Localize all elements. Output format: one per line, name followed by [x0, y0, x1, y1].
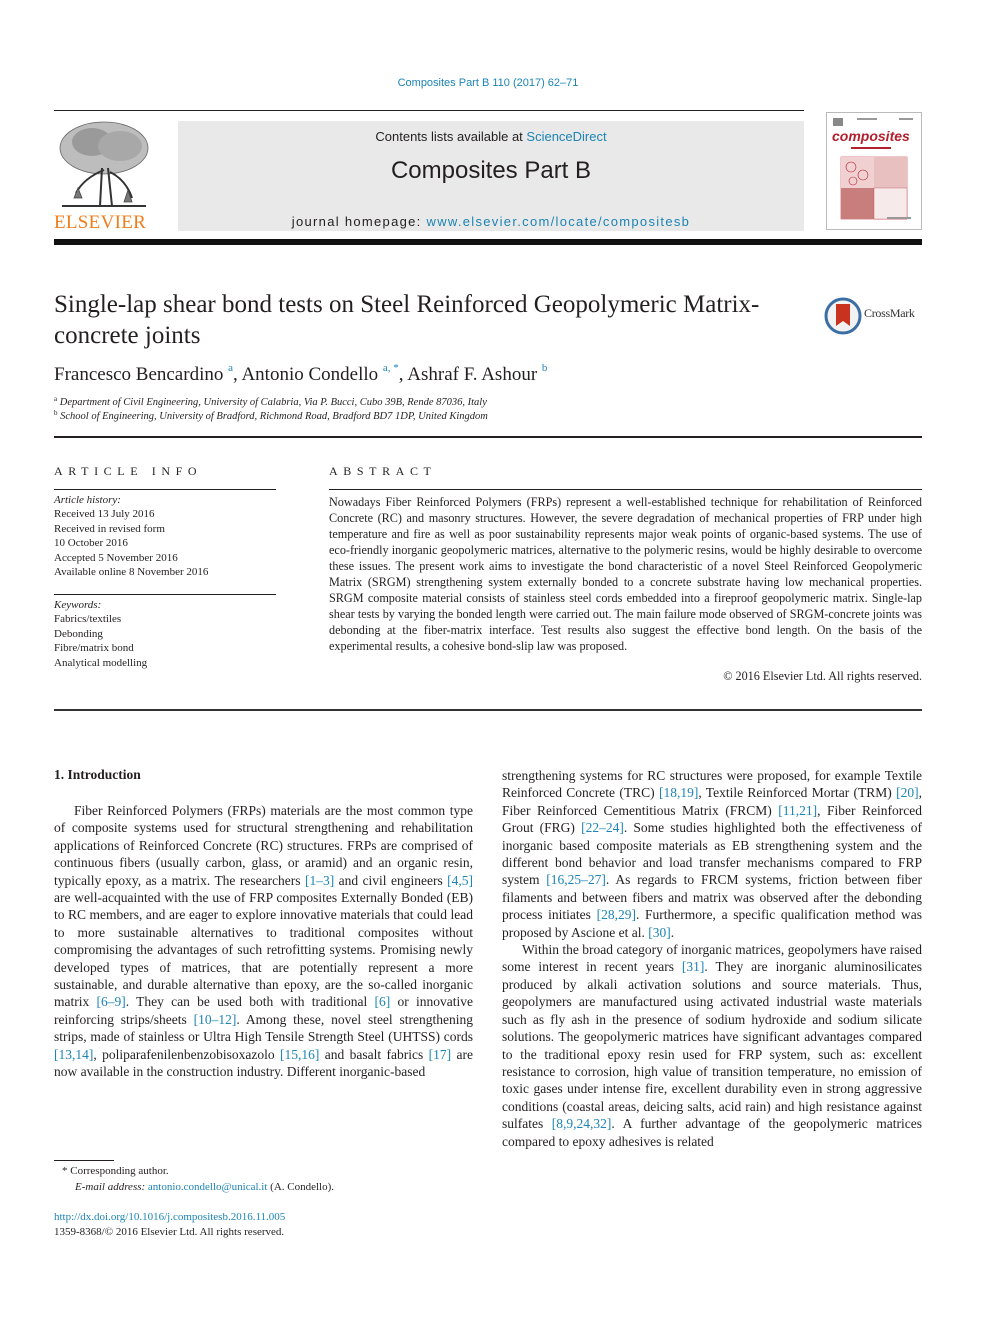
history-entry: 10 October 2016: [54, 537, 128, 550]
email-note: E-mail address: antonio.condello@unical.…: [75, 1181, 334, 1193]
citation-link[interactable]: [10–12]: [194, 1012, 237, 1027]
citation-link[interactable]: [17]: [429, 1047, 452, 1062]
keyword: Fibre/matrix bond: [54, 642, 134, 655]
citation-link[interactable]: [4,5]: [447, 873, 473, 888]
paragraph: Within the broad category of inorganic m…: [502, 942, 922, 1149]
citation-link[interactable]: [20]: [896, 785, 919, 800]
author-name[interactable]: Ashraf F. Ashour: [407, 364, 537, 385]
author-separator: ,: [398, 364, 408, 385]
article-history: Article history: Received 13 July 2016 R…: [54, 493, 208, 579]
crossmark-label: CrossMark: [864, 306, 915, 320]
citation-link[interactable]: [22–24]: [581, 820, 624, 835]
paragraph: Fiber Reinforced Polymers (FRPs) materia…: [54, 803, 474, 1080]
journal-cover-thumbnail[interactable]: composites: [826, 112, 922, 230]
citation-link[interactable]: [6]: [374, 994, 390, 1009]
elsevier-wordmark: ELSEVIER: [54, 212, 147, 233]
divider: [54, 489, 276, 490]
citation-link[interactable]: [18,19]: [659, 785, 698, 800]
affiliation-b: b School of Engineering, University of B…: [54, 409, 488, 422]
keywords-label: Keywords:: [54, 599, 102, 611]
crossmark-button[interactable]: CrossMark: [824, 296, 924, 336]
citation-link[interactable]: [16,25–27]: [546, 872, 606, 887]
keyword: Analytical modelling: [54, 656, 148, 669]
body-column-left: Fiber Reinforced Polymers (FRPs) materia…: [54, 802, 473, 1081]
affiliation-a: a Department of Civil Engineering, Unive…: [54, 395, 487, 408]
journal-reference-link[interactable]: Composites Part B 110 (2017) 62–71: [0, 77, 976, 89]
author-name[interactable]: Antonio Condello: [241, 364, 378, 385]
abstract-heading: ABSTRACT: [329, 464, 437, 478]
affiliation-text: Department of Civil Engineering, Univers…: [59, 397, 487, 408]
citation-link[interactable]: [31]: [682, 959, 705, 974]
author-list: Francesco Bencardino a, Antonio Condello…: [54, 362, 547, 386]
crossmark-icon: [824, 297, 862, 335]
abstract-text: Nowadays Fiber Reinforced Polymers (FRPs…: [329, 495, 922, 653]
author-affiliation-marker[interactable]: b: [542, 362, 548, 374]
email-label: E-mail address:: [75, 1181, 148, 1193]
citation-link[interactable]: [8,9,24,32]: [552, 1116, 612, 1131]
divider: [54, 709, 922, 711]
author-affiliation-marker[interactable]: a, *: [383, 362, 399, 374]
section-heading-introduction: 1. Introduction: [54, 767, 141, 782]
homepage-prefix: journal homepage:: [291, 214, 427, 229]
footnote-rule: [54, 1160, 114, 1161]
history-label: Article history:: [54, 494, 121, 506]
email-suffix: (A. Condello).: [267, 1181, 335, 1193]
sciencedirect-link[interactable]: ScienceDirect: [526, 129, 606, 144]
article-info-heading: ARTICLE INFO: [54, 464, 203, 478]
journal-masthead: Contents lists available at ScienceDirec…: [178, 121, 804, 231]
history-entry: Received 13 July 2016: [54, 508, 155, 521]
keywords: Keywords: Fabrics/textiles Debonding Fib…: [54, 598, 147, 670]
affiliation-key: b: [54, 409, 58, 417]
history-entry: Available online 8 November 2016: [54, 566, 209, 579]
citation-link[interactable]: [30]: [648, 925, 671, 940]
citation-link[interactable]: [1–3]: [305, 873, 334, 888]
abstract-copyright: © 2016 Elsevier Ltd. All rights reserved…: [723, 669, 922, 683]
cover-publisher-icon: [833, 118, 843, 126]
citation-link[interactable]: [15,16]: [280, 1047, 319, 1062]
citation-link[interactable]: [13,14]: [54, 1047, 93, 1062]
journal-name: Composites Part B: [390, 157, 592, 184]
tree-icon: [59, 121, 149, 207]
affiliation-key: a: [54, 395, 58, 403]
homepage-link[interactable]: www.elsevier.com/locate/compositesb: [427, 214, 691, 229]
article-title: Single-lap shear bond tests on Steel Rei…: [54, 291, 760, 349]
paragraph: strengthening systems for RC structures …: [502, 768, 923, 940]
corresponding-author-note: * Corresponding author.: [62, 1165, 169, 1177]
affiliation-text: School of Engineering, University of Bra…: [60, 411, 488, 422]
citation-link[interactable]: [28,29]: [597, 907, 636, 922]
citation-link[interactable]: [11,21]: [778, 803, 817, 818]
cover-title: composites: [832, 128, 910, 144]
history-entry: Accepted 5 November 2016: [54, 551, 178, 564]
divider: [329, 489, 922, 490]
contents-prefix: Contents lists available at: [375, 129, 527, 144]
doi-link[interactable]: http://dx.doi.org/10.1016/j.compositesb.…: [54, 1211, 285, 1223]
body-column-right: strengthening systems for RC structures …: [502, 767, 922, 1150]
divider: [54, 436, 922, 438]
email-link[interactable]: antonio.condello@unical.it: [148, 1181, 268, 1193]
homepage-line: journal homepage: www.elsevier.com/locat…: [178, 214, 804, 229]
citation-link[interactable]: [6–9]: [97, 994, 126, 1009]
issn-copyright: 1359-8368/© 2016 Elsevier Ltd. All right…: [54, 1226, 285, 1238]
contents-line: Contents lists available at ScienceDirec…: [178, 129, 804, 144]
keyword: Fabrics/textiles: [54, 613, 122, 626]
header-thick-rule: [54, 239, 922, 245]
header-rule: [54, 110, 804, 111]
keyword: Debonding: [54, 627, 103, 640]
history-entry: Received in revised form: [54, 522, 165, 535]
divider: [54, 594, 276, 595]
author-name[interactable]: Francesco Bencardino: [54, 364, 223, 385]
